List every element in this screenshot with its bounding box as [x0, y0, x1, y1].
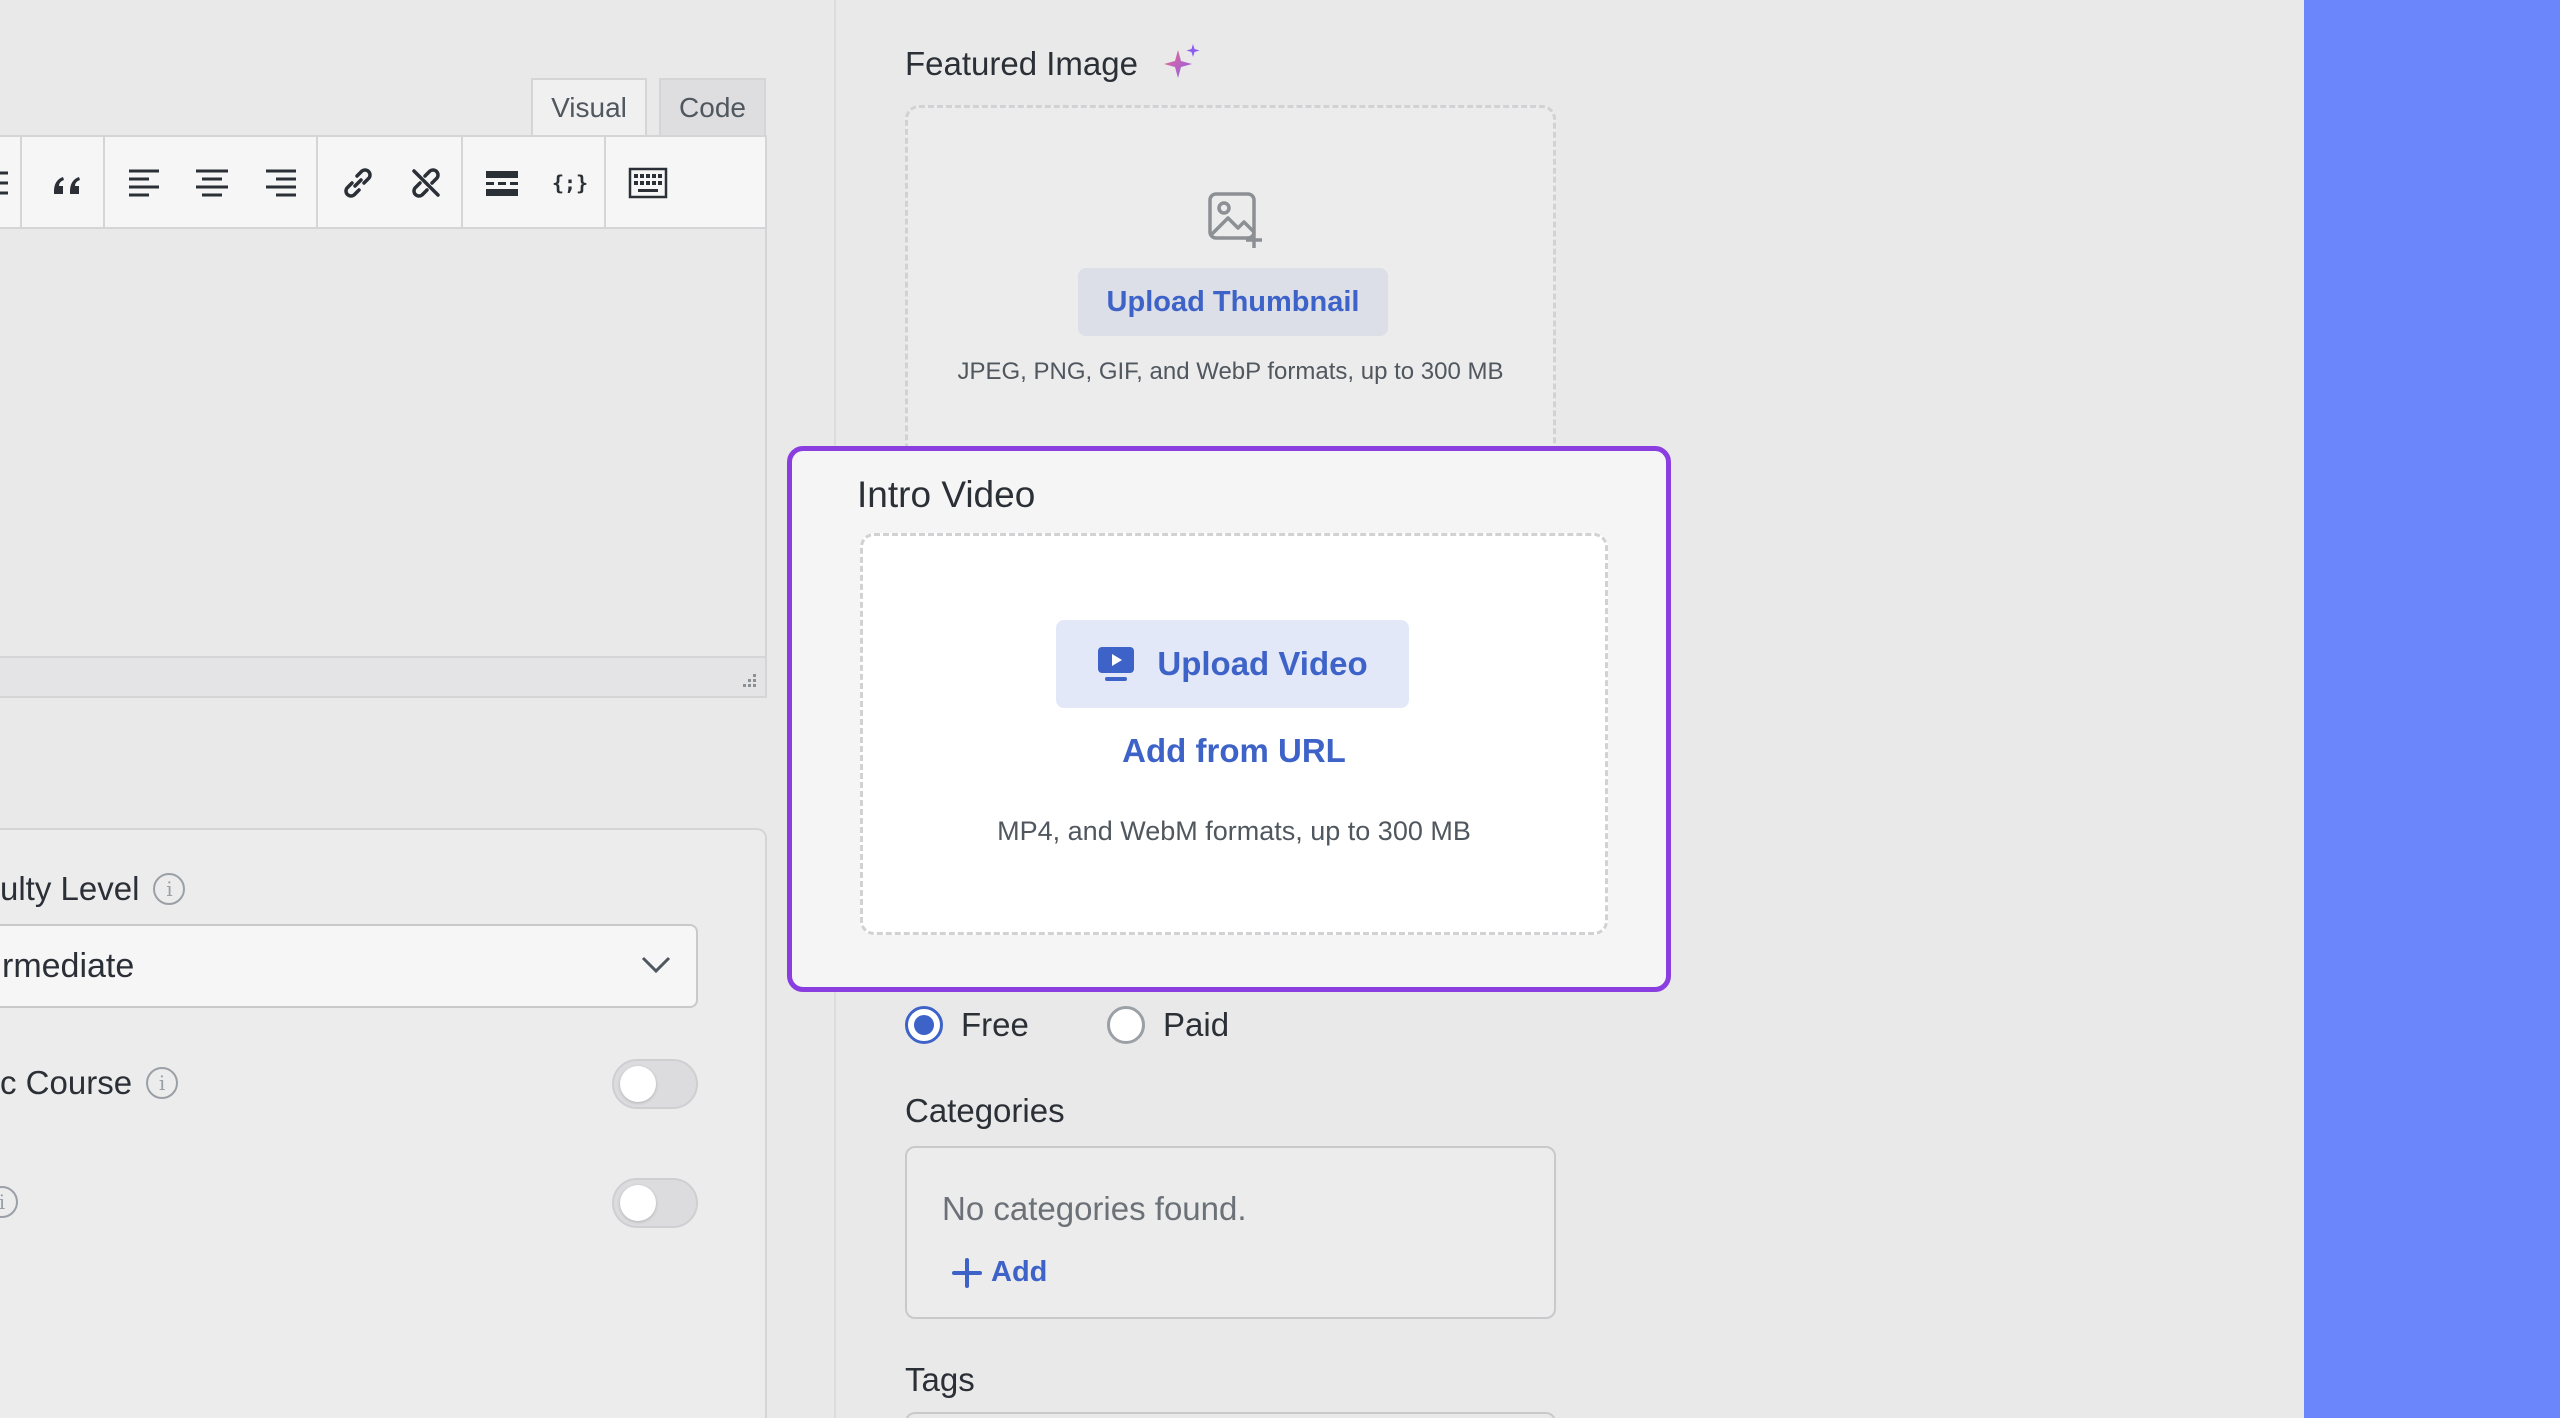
video-icon	[1098, 647, 1135, 681]
featured-image-heading: Featured Image	[905, 42, 1204, 86]
unlink-icon[interactable]	[402, 159, 450, 207]
editor-content-area[interactable]	[0, 229, 767, 656]
thumbnail-dropzone[interactable]: Upload Thumbnail JPEG, PNG, GIF, and Web…	[905, 105, 1556, 485]
image-add-icon	[1208, 192, 1262, 248]
public-course-toggle[interactable]	[612, 1059, 698, 1109]
featured-image-title: Featured Image	[905, 45, 1138, 82]
info-icon[interactable]: i	[146, 1067, 179, 1099]
pricing-free-option[interactable]: Free	[905, 1006, 1029, 1044]
add-from-url-link[interactable]: Add from URL	[863, 732, 1605, 770]
tags-input[interactable]	[905, 1412, 1556, 1418]
svg-text:{;}: {;}	[552, 171, 588, 195]
public-course-label-row: c Course i	[0, 1064, 179, 1102]
upload-thumbnail-button[interactable]: Upload Thumbnail	[1078, 268, 1388, 336]
video-dropzone[interactable]: Upload Video Add from URL MP4, and WebM …	[860, 533, 1608, 935]
info-icon[interactable]: i	[153, 873, 186, 905]
read-more-icon[interactable]	[478, 159, 526, 207]
resize-handle-icon[interactable]	[739, 672, 759, 692]
chevron-down-icon	[641, 956, 671, 974]
intro-video-card: Intro Video Upload Video Add from URL MP…	[787, 446, 1671, 992]
align-center-icon[interactable]	[188, 159, 236, 207]
align-right-icon[interactable]	[256, 159, 304, 207]
free-label: Free	[961, 1006, 1029, 1043]
tab-code[interactable]: Code	[659, 78, 766, 136]
ai-sparkle-icon[interactable]	[1160, 42, 1204, 86]
editor-column: Visual Code {;} ulty Level i rmediate c …	[0, 0, 836, 1418]
info-icon[interactable]: i	[0, 1186, 18, 1218]
video-format-hint: MP4, and WebM formats, up to 300 MB	[997, 816, 1471, 846]
link-icon[interactable]	[334, 159, 382, 207]
code-icon[interactable]: {;}	[546, 159, 594, 207]
editor-status-bar	[0, 656, 767, 698]
course-settings-card	[0, 828, 767, 1418]
paid-label: Paid	[1163, 1006, 1230, 1043]
no-categories-text: No categories found.	[942, 1190, 1247, 1227]
align-left-icon[interactable]	[121, 159, 169, 207]
paid-radio[interactable]	[1107, 1006, 1145, 1044]
difficulty-level-value: rmediate	[2, 946, 135, 985]
option-toggle[interactable]	[612, 1178, 698, 1228]
tags-title: Tags	[905, 1361, 975, 1398]
categories-title: Categories	[905, 1092, 1065, 1129]
add-category-label: Add	[991, 1256, 1048, 1288]
blockquote-icon[interactable]	[44, 159, 92, 207]
pricing-paid-option[interactable]: Paid	[1107, 1006, 1229, 1044]
keyboard-icon[interactable]	[624, 159, 672, 207]
add-category-button[interactable]: Add	[951, 1256, 1047, 1289]
difficulty-level-select[interactable]: rmediate	[0, 924, 698, 1008]
list-icon[interactable]	[0, 159, 18, 207]
difficulty-level-label: ulty Level	[0, 870, 140, 907]
categories-box: No categories found. Add	[905, 1146, 1556, 1319]
intro-video-title: Intro Video	[857, 474, 1036, 515]
upload-video-button[interactable]: Upload Video	[1056, 620, 1409, 708]
side-panel	[2304, 0, 2560, 1418]
upload-video-label: Upload Video	[1157, 645, 1368, 682]
tab-visual[interactable]: Visual	[531, 78, 647, 136]
editor-toolbar: {;}	[0, 135, 767, 229]
difficulty-level-label-row: ulty Level i	[0, 870, 186, 908]
option-label-row: i	[0, 1186, 18, 1218]
plus-icon	[952, 1257, 982, 1288]
public-course-label: c Course	[0, 1064, 133, 1101]
free-radio[interactable]	[905, 1006, 943, 1044]
thumbnail-format-hint: JPEG, PNG, GIF, and WebP formats, up to …	[957, 358, 1504, 385]
